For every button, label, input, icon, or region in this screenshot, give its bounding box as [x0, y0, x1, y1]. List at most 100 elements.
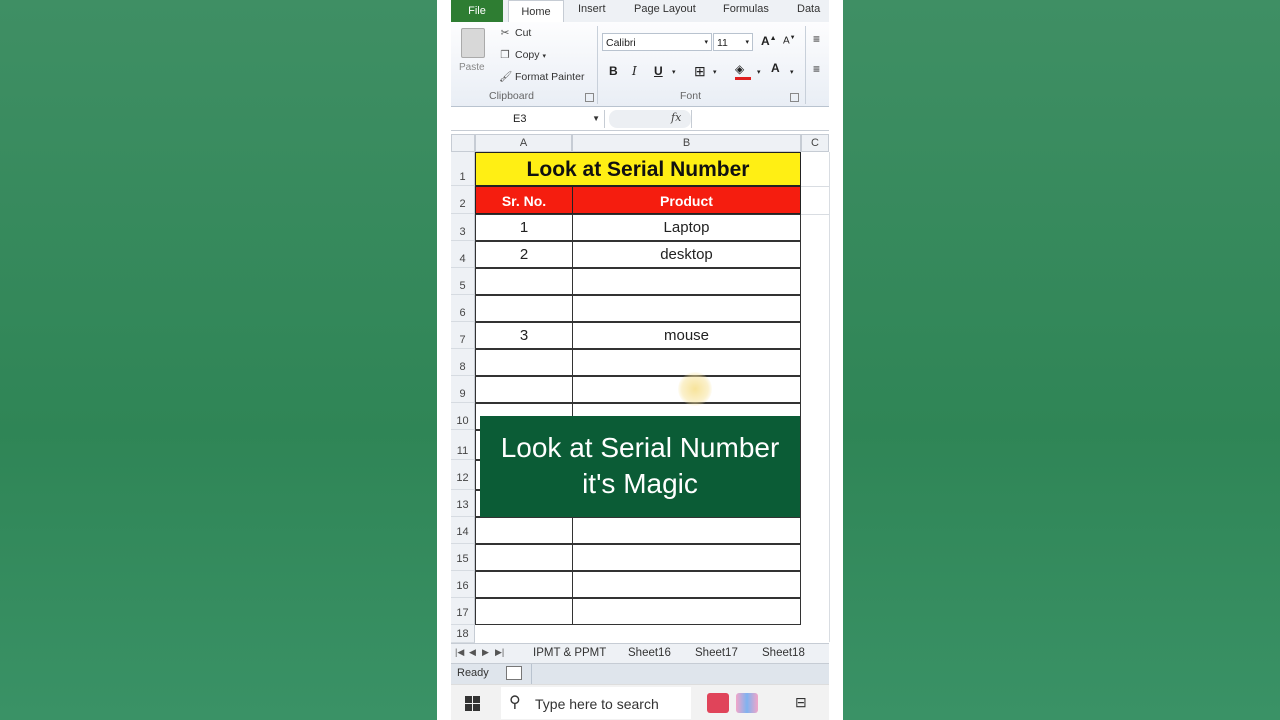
cell-b5[interactable] — [572, 268, 801, 295]
tab-insert[interactable]: Insert — [578, 3, 606, 15]
row-header[interactable]: 18 — [451, 625, 475, 643]
tab-page-layout[interactable]: Page Layout — [634, 3, 696, 15]
cell-a4[interactable]: 2 — [475, 241, 573, 268]
font-color-icon[interactable]: A — [771, 61, 780, 75]
sheet-tab-sheet17[interactable]: Sheet17 — [695, 647, 738, 659]
cell-b17[interactable] — [572, 598, 801, 625]
status-text: Ready — [457, 667, 489, 679]
row-header[interactable]: 16 — [451, 571, 475, 598]
chevron-down-icon[interactable]: ▾ — [757, 68, 761, 76]
select-all-corner[interactable] — [451, 134, 475, 152]
row-header[interactable]: 7 — [451, 322, 475, 349]
row-header[interactable]: 2 — [451, 186, 475, 214]
cell-a5[interactable] — [475, 268, 573, 295]
borders-icon[interactable]: ⊞ — [694, 63, 706, 80]
cell-b7[interactable]: mouse — [572, 322, 801, 349]
formula-bar: E3 ▼ fx — [451, 108, 829, 131]
name-box[interactable]: E3 ▼ — [451, 110, 605, 128]
insert-function-icon[interactable]: fx — [671, 111, 681, 124]
row-header[interactable]: 3 — [451, 214, 475, 241]
column-header-b[interactable]: B — [572, 134, 801, 152]
prev-sheet-icon[interactable]: ◀ — [469, 647, 476, 658]
cell-b6[interactable] — [572, 295, 801, 322]
first-sheet-icon[interactable]: |◀ — [455, 647, 464, 658]
font-family-select[interactable]: Calibri ▾ — [602, 33, 712, 51]
row-header[interactable]: 6 — [451, 295, 475, 322]
cell-b8[interactable] — [572, 349, 801, 376]
excel-window: File Home Insert Page Layout Formulas Da… — [451, 0, 830, 720]
cell-b3[interactable]: Laptop — [572, 214, 801, 241]
cell-a7[interactable]: 3 — [475, 322, 573, 349]
tab-home[interactable]: Home — [508, 0, 564, 24]
cell-b4[interactable]: desktop — [572, 241, 801, 268]
row-header[interactable]: 13 — [451, 490, 475, 517]
paste-button[interactable]: Paste — [459, 62, 485, 73]
cell-a15[interactable] — [475, 544, 573, 571]
cell-a6[interactable] — [475, 295, 573, 322]
italic-button[interactable]: I — [632, 64, 637, 78]
tab-file[interactable]: File — [451, 0, 503, 22]
copy-button[interactable]: ❐ Copy ▾ — [499, 49, 546, 61]
row-header[interactable]: 8 — [451, 349, 475, 376]
last-sheet-icon[interactable]: ▶| — [495, 647, 504, 658]
task-view-icon[interactable]: ⊟ — [795, 694, 807, 711]
chevron-down-icon[interactable]: ▾ — [713, 68, 717, 76]
cell-b14[interactable] — [572, 517, 801, 544]
chevron-down-icon[interactable]: ▾ — [672, 68, 676, 76]
sheet-title-cell[interactable]: Look at Serial Number — [475, 152, 801, 186]
font-family-value: Calibri — [606, 37, 636, 49]
row-header[interactable]: 15 — [451, 544, 475, 571]
row-header[interactable]: 9 — [451, 376, 475, 403]
row-header[interactable]: 17 — [451, 598, 475, 625]
cell-a8[interactable] — [475, 349, 573, 376]
windows-start-icon[interactable] — [465, 696, 480, 711]
bold-button[interactable]: B — [609, 64, 618, 78]
row-header[interactable]: 14 — [451, 517, 475, 544]
align-top-icon[interactable]: ≡ — [813, 32, 820, 46]
font-launcher-icon[interactable] — [790, 93, 799, 102]
grow-font-icon[interactable]: A▲ — [761, 34, 777, 48]
taskbar-search-box[interactable]: ⚲ Type here to search — [501, 687, 691, 719]
gridline — [801, 186, 829, 187]
cell-b15[interactable] — [572, 544, 801, 571]
paste-icon[interactable] — [461, 28, 485, 58]
cut-button[interactable]: ✂ Cut — [499, 27, 532, 39]
fill-color-icon[interactable]: ◈ — [735, 62, 751, 80]
row-header[interactable]: 4 — [451, 241, 475, 268]
row-header[interactable]: 5 — [451, 268, 475, 295]
format-painter-button[interactable]: 🖌 Format Painter — [499, 70, 584, 83]
sheet-tab-sheet16[interactable]: Sheet16 — [628, 647, 671, 659]
sheet-tab-sheet18[interactable]: Sheet18 — [762, 647, 805, 659]
cell-a17[interactable] — [475, 598, 573, 625]
underline-button[interactable]: U — [654, 64, 663, 78]
cell-b16[interactable] — [572, 571, 801, 598]
group-divider — [597, 26, 598, 104]
row-header[interactable]: 10 — [451, 403, 475, 430]
font-size-select[interactable]: 11 ▾ — [713, 33, 753, 51]
align-left-icon[interactable]: ≡ — [813, 62, 820, 76]
font-group-label: Font — [680, 90, 702, 102]
cell-a16[interactable] — [475, 571, 573, 598]
header-cell-product[interactable]: Product — [572, 186, 801, 214]
cell-a14[interactable] — [475, 517, 573, 544]
column-header-c[interactable]: C — [801, 134, 829, 152]
cell-a9[interactable] — [475, 376, 573, 403]
chevron-down-icon[interactable]: ▾ — [790, 68, 794, 76]
next-sheet-icon[interactable]: ▶ — [482, 647, 489, 658]
sheet-tab-ipmt-ppmt[interactable]: IPMT & PPMT — [533, 647, 606, 659]
app-icon[interactable] — [707, 693, 729, 713]
row-header[interactable]: 12 — [451, 460, 475, 490]
tab-formulas[interactable]: Formulas — [723, 3, 769, 15]
status-divider — [531, 664, 532, 684]
clipboard-launcher-icon[interactable] — [585, 93, 594, 102]
column-header-a[interactable]: A — [475, 134, 572, 152]
row-header[interactable]: 1 — [451, 152, 475, 186]
cell-a3[interactable]: 1 — [475, 214, 573, 241]
app-icon[interactable] — [736, 693, 758, 713]
copy-icon: ❐ — [500, 49, 510, 61]
row-header[interactable]: 11 — [451, 430, 475, 460]
macro-record-icon[interactable] — [506, 666, 522, 680]
tab-data[interactable]: Data — [797, 3, 820, 15]
header-cell-sr-no[interactable]: Sr. No. — [475, 186, 573, 214]
shrink-font-icon[interactable]: A▼ — [783, 35, 796, 46]
